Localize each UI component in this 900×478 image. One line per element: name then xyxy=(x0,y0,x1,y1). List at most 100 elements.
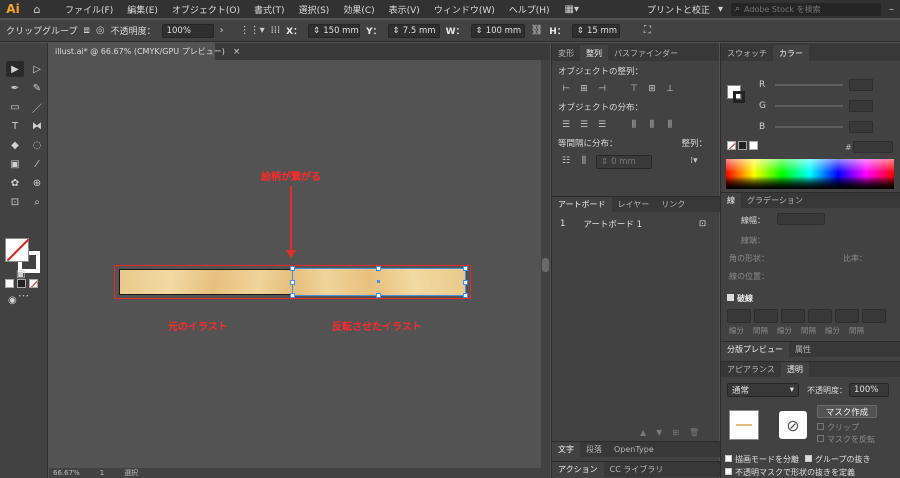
tab-stroke[interactable]: 線 xyxy=(721,192,741,209)
align-bottom-icon[interactable]: ⊥ xyxy=(664,83,676,95)
stroke-weight-field[interactable] xyxy=(777,213,825,225)
r-field[interactable] xyxy=(849,79,873,91)
reflect-tool-icon[interactable]: ⧓ xyxy=(28,118,46,134)
isolate-blending-checkbox[interactable] xyxy=(725,455,732,462)
direct-selection-tool-icon[interactable]: ▷ xyxy=(28,61,46,77)
canvas[interactable] xyxy=(49,60,541,468)
stock-search-input[interactable] xyxy=(744,4,865,14)
symbol-sprayer-icon[interactable]: ✿ xyxy=(6,175,24,191)
selection-tool-icon[interactable]: ▶ xyxy=(6,61,24,77)
scroll-thumb[interactable] xyxy=(542,258,549,272)
distribute-top-icon[interactable]: ☰ xyxy=(560,119,572,131)
mask-thumbnail-icon[interactable]: ⊘ xyxy=(779,411,807,439)
distribute-right-icon[interactable]: ⫼ xyxy=(664,119,676,131)
selection-handle[interactable] xyxy=(376,293,381,298)
distribute-bottom-icon[interactable]: ☰ xyxy=(596,119,608,131)
menu-object[interactable]: オブジェクト(O) xyxy=(165,3,247,16)
move-up-icon[interactable]: ▲ xyxy=(640,428,646,437)
tab-transparency[interactable]: 透明 xyxy=(780,361,809,378)
make-mask-button[interactable]: マスク作成 xyxy=(817,405,877,418)
opacity-field[interactable]: 100% xyxy=(161,23,214,38)
selection-handle[interactable] xyxy=(463,280,468,285)
distribute-left-icon[interactable]: ⫼ xyxy=(628,119,640,131)
menu-file[interactable]: ファイル(F) xyxy=(58,3,120,16)
workspace-label[interactable]: プリントと校正 xyxy=(647,3,710,16)
edit-clip-icon[interactable]: ⧈ xyxy=(83,25,89,36)
chevron-down-icon[interactable]: ▾ xyxy=(718,4,723,15)
transparency-opacity-field[interactable]: 100% xyxy=(849,383,889,397)
tab-transform[interactable]: 変形 xyxy=(552,45,580,61)
selection-handle[interactable] xyxy=(290,280,295,285)
h-field[interactable]: ⇕ 15 mm xyxy=(571,23,620,38)
minimize-icon[interactable]: – xyxy=(889,4,894,15)
distribute-hcenter-icon[interactable]: ⫼ xyxy=(646,119,658,131)
tab-appearance[interactable]: アピアランス xyxy=(721,362,781,378)
pen-tool-icon[interactable]: ✒ xyxy=(6,80,24,96)
spacing-field[interactable]: ⇕ 0 mm xyxy=(596,155,652,169)
space-vertical-icon[interactable]: ☷ xyxy=(560,155,572,167)
chevron-right-icon[interactable]: › xyxy=(220,25,224,36)
selection-handle[interactable] xyxy=(290,293,295,298)
none-swatch[interactable] xyxy=(727,141,736,150)
move-down-icon[interactable]: ▼ xyxy=(656,428,662,437)
g-field[interactable] xyxy=(849,100,873,112)
menu-help[interactable]: ヘルプ(H) xyxy=(502,3,557,16)
black-swatch[interactable] xyxy=(738,141,747,150)
r-slider[interactable] xyxy=(775,84,843,86)
tab-gradient[interactable]: グラデーション xyxy=(741,193,809,209)
none-mode-icon[interactable] xyxy=(29,279,38,288)
y-field[interactable]: ⇕ 7.5 mm xyxy=(387,23,440,38)
tab-actions[interactable]: アクション xyxy=(552,461,604,478)
x-field[interactable]: ⇕ 150 mm xyxy=(308,23,361,38)
white-swatch[interactable] xyxy=(749,141,758,150)
tab-character[interactable]: 文字 xyxy=(552,441,580,458)
stock-search[interactable]: ⌕ xyxy=(731,2,881,16)
tab-cc-libraries[interactable]: CC ライブラリ xyxy=(604,462,670,478)
b-field[interactable] xyxy=(849,121,873,133)
draw-mode-icon[interactable]: ◉ xyxy=(8,295,17,306)
align-vcenter-icon[interactable]: ⊞ xyxy=(646,83,658,95)
eraser-tool-icon[interactable]: ◆ xyxy=(6,137,24,153)
tab-opentype[interactable]: OpenType xyxy=(608,442,660,458)
menu-effect[interactable]: 効果(C) xyxy=(336,3,381,16)
align-right-icon[interactable]: ⊣ xyxy=(596,83,608,95)
tab-attributes[interactable]: 属性 xyxy=(789,342,817,358)
delete-icon[interactable]: 🗑 xyxy=(689,428,699,437)
b-slider[interactable] xyxy=(775,126,843,128)
gap-field[interactable] xyxy=(754,309,778,323)
new-artboard-icon[interactable]: ⊞ xyxy=(672,428,679,437)
zoom-level[interactable]: 66.67% xyxy=(53,469,80,477)
selection-handle[interactable] xyxy=(376,266,381,271)
selection-handle[interactable] xyxy=(463,293,468,298)
zoom-tool-icon[interactable]: ⌕ xyxy=(28,194,46,210)
invert-mask-checkbox[interactable] xyxy=(817,435,824,442)
reference-point-icon[interactable]: ⁞⁞⁞ xyxy=(271,25,281,36)
gap-field[interactable] xyxy=(808,309,832,323)
gradient-mode-icon[interactable] xyxy=(17,279,26,288)
edit-contents-icon[interactable]: ◎ xyxy=(96,25,105,36)
vertical-scrollbar[interactable] xyxy=(541,60,550,468)
fill-swatch[interactable] xyxy=(5,238,29,262)
align-hcenter-icon[interactable]: ⊞ xyxy=(578,83,590,95)
more-tools-icon[interactable]: ⋯ xyxy=(18,289,29,302)
close-icon[interactable]: × xyxy=(233,47,241,57)
w-field[interactable]: ⇕ 100 mm xyxy=(470,23,525,38)
dash-field[interactable] xyxy=(727,309,751,323)
home-icon[interactable]: ⌂ xyxy=(26,0,48,18)
eyedropper-tool-icon[interactable]: ⁄ xyxy=(28,156,46,172)
g-slider[interactable] xyxy=(775,105,843,107)
tab-separations[interactable]: 分版プレビュー xyxy=(721,341,789,358)
define-knockout-checkbox[interactable] xyxy=(725,468,732,475)
align-top-icon[interactable]: ⊤ xyxy=(628,83,640,95)
link-proportions-icon[interactable]: ⛓ xyxy=(531,25,544,36)
tab-paragraph[interactable]: 段落 xyxy=(580,442,608,458)
hex-field[interactable] xyxy=(853,141,893,153)
brush-tool-icon[interactable]: ／ xyxy=(28,99,46,115)
selection-handle[interactable] xyxy=(463,266,468,271)
clip-checkbox[interactable] xyxy=(817,423,824,430)
tab-pathfinder[interactable]: パスファインダー xyxy=(608,45,684,61)
tab-swatches[interactable]: スウォッチ xyxy=(721,45,773,61)
artboard-row[interactable]: 1 アートボード 1 ⊡ xyxy=(552,217,720,231)
tab-color[interactable]: カラー xyxy=(773,45,809,61)
gradient-tool-icon[interactable]: ▣ xyxy=(6,156,24,172)
